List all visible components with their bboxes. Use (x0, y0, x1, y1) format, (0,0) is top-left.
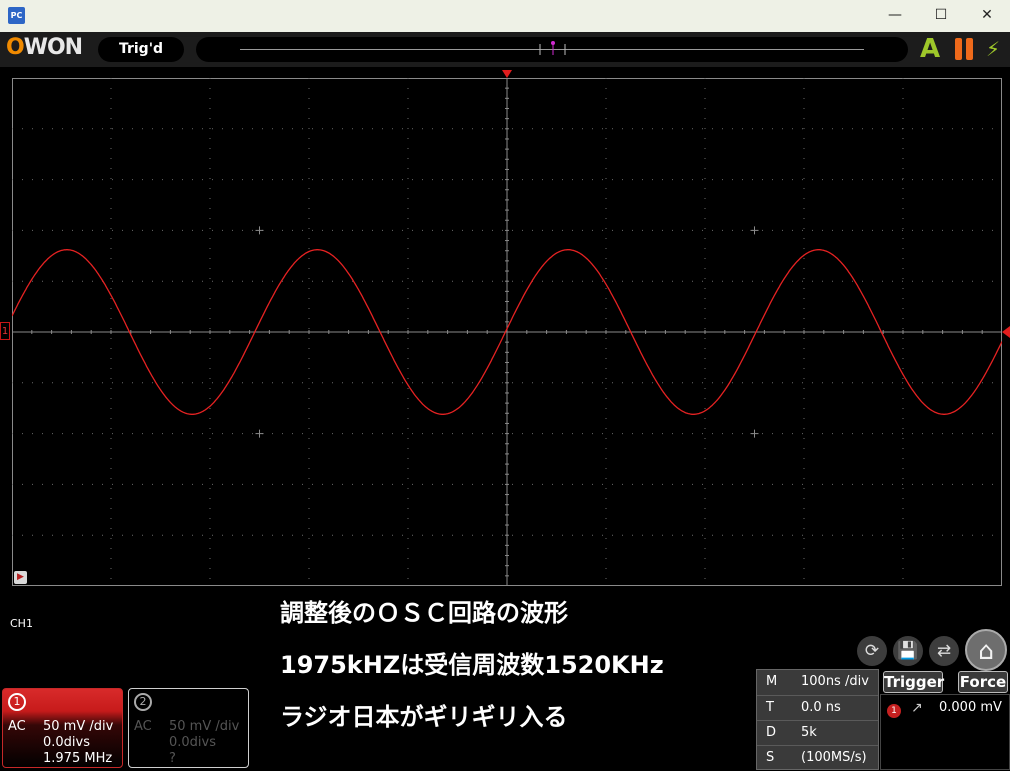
auto-mode-icon[interactable]: A (920, 34, 940, 64)
home-icon[interactable]: ⌂ (965, 629, 1007, 671)
ch1-label: CH1 (10, 617, 33, 630)
channel-2-panel[interactable]: 2 AC 50 mV /div 0.0divs ? (128, 688, 249, 768)
maximize-button[interactable]: ☐ (918, 0, 964, 32)
channel-2-scale: 50 mV /div (169, 719, 240, 734)
channel-1-number: 1 (8, 693, 26, 711)
lightning-icon[interactable]: ⚡ (986, 37, 1000, 61)
autoset-icon[interactable]: ⟳ (857, 636, 887, 666)
info-value: (100MS/s) (801, 750, 867, 765)
channel-1-scale: 50 mV /div (43, 719, 114, 734)
scope-screen: 1 ▶ CH1 調整後のＯＳＣ回路の波形 1975kHZは受信周波数1520KH… (0, 67, 1010, 771)
channel-2-frequency: ? (169, 751, 176, 766)
trigger-button[interactable]: Trigger (883, 671, 944, 693)
close-button[interactable]: ✕ (964, 0, 1010, 32)
info-key: S (766, 750, 775, 765)
channel-1-offset: 0.0divs (43, 735, 91, 750)
caption-line-1: 調整後のＯＳＣ回路の波形 (280, 599, 568, 627)
channel-2-coupling: AC (134, 719, 152, 734)
info-value: 0.0 ns (801, 700, 841, 715)
memory-window-marker[interactable] (196, 37, 908, 62)
trigger-level-marker[interactable] (1002, 326, 1010, 338)
channel-1-panel[interactable]: 1 AC 50 mV /div 0.0divs 1.975 MHz (2, 688, 123, 768)
info-key: M (766, 674, 778, 689)
info-key: D (766, 725, 777, 740)
info-row-s: S (100MS/s) (757, 745, 878, 770)
minimize-button[interactable]: — (872, 0, 918, 32)
rising-edge-icon: ↗ (911, 700, 923, 716)
channel-2-offset: 0.0divs (169, 735, 217, 750)
horizontal-info-panel[interactable]: M 100ns /div T 0.0 ns D 5k S (100MS/s) (756, 669, 879, 770)
waveform-plot[interactable] (12, 78, 1002, 586)
transfer-icon[interactable]: ⇄ (929, 636, 959, 666)
trigger-level: 0.000 mV (939, 700, 1002, 715)
trigger-source: 1 (887, 704, 901, 718)
info-value: 100ns /div (801, 674, 869, 689)
info-row-m: M 100ns /div (757, 670, 878, 694)
window-titlebar: PC — ☐ ✕ (0, 0, 1010, 32)
owon-logo: OWON (6, 35, 83, 60)
channel-1-coupling: AC (8, 719, 26, 734)
run-stop-button[interactable] (955, 38, 975, 60)
caption-line-3: ラジオ日本がギリギリ入る (280, 703, 568, 731)
maximize-icon: ☐ (934, 7, 948, 23)
app-icon: PC (8, 7, 25, 24)
force-button[interactable]: Force (958, 671, 1008, 693)
channel-1-marker[interactable]: 1 (0, 322, 10, 340)
toolbar: OWON Trig'd A ⚡ (0, 32, 1010, 67)
trigger-info-panel[interactable]: 1 ↗ 0.000 mV (880, 694, 1010, 770)
control-buttons: ⟳ 💾 ⇄ ⌂ (854, 629, 1010, 671)
trigger-position-marker[interactable] (502, 70, 512, 78)
close-icon: ✕ (981, 7, 993, 23)
memory-position-bar[interactable] (196, 37, 908, 62)
trigger-status: Trig'd (98, 37, 184, 62)
save-icon[interactable]: 💾 (893, 636, 923, 666)
info-key: T (766, 700, 774, 715)
play-icon[interactable]: ▶ (14, 571, 27, 584)
minimize-icon: — (888, 7, 902, 23)
channel-2-number: 2 (134, 693, 152, 711)
info-value: 5k (801, 725, 817, 740)
caption-line-2: 1975kHZは受信周波数1520KHz (280, 651, 664, 679)
info-row-t: T 0.0 ns (757, 695, 878, 720)
info-row-d: D 5k (757, 720, 878, 745)
channel-1-frequency: 1.975 MHz (43, 751, 113, 766)
